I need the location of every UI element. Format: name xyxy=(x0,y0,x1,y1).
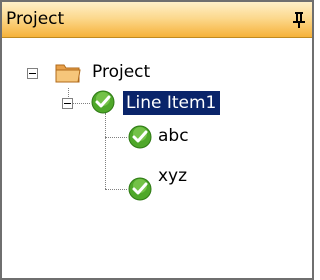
tree-connector-line xyxy=(105,137,127,138)
project-panel: Project Project Line Item1 abc xyz xyxy=(0,0,314,280)
pin-icon[interactable] xyxy=(292,11,306,29)
tree-connector-line xyxy=(105,113,106,189)
tree-node-label: Project xyxy=(92,62,151,82)
project-tree: Project Line Item1 abc xyz xyxy=(2,38,312,278)
panel-title-bar[interactable]: Project xyxy=(2,2,312,38)
green-check-icon xyxy=(128,125,152,149)
tree-node-label: Line Item1 xyxy=(123,91,221,115)
tree-node-child[interactable]: xyz xyxy=(158,162,187,190)
collapse-toggle-line-item[interactable] xyxy=(62,98,73,109)
tree-node-child[interactable]: abc xyxy=(158,122,189,150)
green-check-icon xyxy=(91,90,115,114)
tree-connector-line xyxy=(72,103,90,104)
panel-title: Project xyxy=(6,9,65,29)
tree-connector-line xyxy=(105,189,127,190)
collapse-toggle-project[interactable] xyxy=(27,68,38,79)
tree-node-project[interactable]: Project xyxy=(92,58,150,86)
tree-node-label: xyz xyxy=(158,166,188,186)
green-check-icon xyxy=(128,177,152,201)
tree-node-label: abc xyxy=(158,126,189,146)
folder-icon xyxy=(55,64,81,83)
tree-node-line-item[interactable]: Line Item1 xyxy=(123,89,221,117)
